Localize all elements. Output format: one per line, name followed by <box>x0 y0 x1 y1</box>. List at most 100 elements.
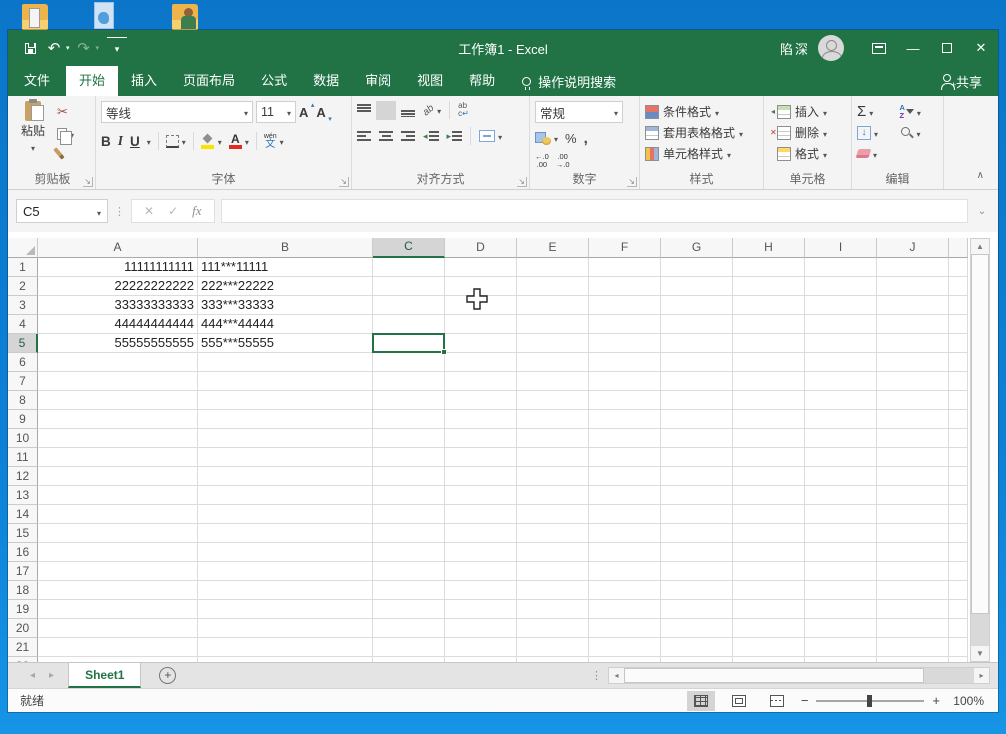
cell-H2[interactable] <box>733 277 805 296</box>
cell-F18[interactable] <box>589 581 661 600</box>
font-dialog-launcher-icon[interactable] <box>339 177 349 186</box>
cell-I3[interactable] <box>805 296 877 315</box>
copy-button[interactable] <box>57 125 74 143</box>
cell-I9[interactable] <box>805 410 877 429</box>
cell-C17[interactable] <box>373 562 445 581</box>
cell-J14[interactable] <box>877 505 949 524</box>
column-header-G[interactable]: G <box>661 238 733 258</box>
cell-H4[interactable] <box>733 315 805 334</box>
cell-H13[interactable] <box>733 486 805 505</box>
cell-A8[interactable] <box>38 391 198 410</box>
cell-G12[interactable] <box>661 467 733 486</box>
align-left-button[interactable] <box>357 130 371 143</box>
close-button[interactable]: ✕ <box>964 33 998 63</box>
scroll-right-icon[interactable] <box>974 668 989 683</box>
cell-G18[interactable] <box>661 581 733 600</box>
cell-D2[interactable] <box>445 277 517 296</box>
cell-C14[interactable] <box>373 505 445 524</box>
cell-D20[interactable] <box>445 619 517 638</box>
paste-dropdown-arrow-icon[interactable] <box>31 140 35 154</box>
font-name-dropdown-arrow-icon[interactable] <box>244 105 248 119</box>
cell-H20[interactable] <box>733 619 805 638</box>
cell-B20[interactable] <box>198 619 373 638</box>
sheet-tab-sheet1[interactable]: Sheet1 <box>68 663 141 688</box>
cell-H15[interactable] <box>733 524 805 543</box>
formula-input[interactable] <box>221 199 968 223</box>
cell-G13[interactable] <box>661 486 733 505</box>
cell-E2[interactable] <box>517 277 589 296</box>
row-header-12[interactable]: 12 <box>8 467 38 486</box>
cell-H18[interactable] <box>733 581 805 600</box>
cell-F4[interactable] <box>589 315 661 334</box>
cell-D19[interactable] <box>445 600 517 619</box>
horizontal-scrollbar-thumb[interactable] <box>624 668 924 683</box>
cell-partial-4[interactable] <box>949 315 968 334</box>
cell-G19[interactable] <box>661 600 733 619</box>
cell-F15[interactable] <box>589 524 661 543</box>
cell-H16[interactable] <box>733 543 805 562</box>
merge-dropdown-arrow-icon[interactable] <box>498 127 502 145</box>
row-header-10[interactable]: 10 <box>8 429 38 448</box>
row-header-5[interactable]: 5 <box>8 334 38 353</box>
cell-J8[interactable] <box>877 391 949 410</box>
cell-C13[interactable] <box>373 486 445 505</box>
cell-E3[interactable] <box>517 296 589 315</box>
cell-H7[interactable] <box>733 372 805 391</box>
cell-C3[interactable] <box>373 296 445 315</box>
cell-H9[interactable] <box>733 410 805 429</box>
sort-filter-dropdown-arrow-icon[interactable] <box>917 103 921 121</box>
cell-A16[interactable] <box>38 543 198 562</box>
cell-F1[interactable] <box>589 258 661 277</box>
cell-B13[interactable] <box>198 486 373 505</box>
cell-partial-2[interactable] <box>949 277 968 296</box>
accounting-format-button[interactable] <box>535 129 558 147</box>
row-header-4[interactable]: 4 <box>8 315 38 334</box>
cell-H6[interactable] <box>733 353 805 372</box>
cell-J18[interactable] <box>877 581 949 600</box>
cell-E12[interactable] <box>517 467 589 486</box>
cell-A21[interactable] <box>38 638 198 657</box>
cell-partial-8[interactable] <box>949 391 968 410</box>
font-color-dropdown-arrow-icon[interactable] <box>245 132 249 150</box>
number-format-combo[interactable]: 常规 <box>535 101 623 123</box>
cell-partial-14[interactable] <box>949 505 968 524</box>
cell-E18[interactable] <box>517 581 589 600</box>
cell-D17[interactable] <box>445 562 517 581</box>
cell-E16[interactable] <box>517 543 589 562</box>
formula-bar-grip-icon[interactable] <box>114 205 125 218</box>
cell-C10[interactable] <box>373 429 445 448</box>
cell-I21[interactable] <box>805 638 877 657</box>
cell-F5[interactable] <box>589 334 661 353</box>
row-header-11[interactable]: 11 <box>8 448 38 467</box>
phonetic-dropdown-arrow-icon[interactable] <box>280 132 284 150</box>
format-cells-button[interactable]: 格式 <box>769 143 846 164</box>
cell-C15[interactable] <box>373 524 445 543</box>
cell-B15[interactable] <box>198 524 373 543</box>
fill-color-dropdown-arrow-icon[interactable] <box>218 132 222 150</box>
cell-F2[interactable] <box>589 277 661 296</box>
cell-I16[interactable] <box>805 543 877 562</box>
cell-I12[interactable] <box>805 467 877 486</box>
cell-partial-16[interactable] <box>949 543 968 562</box>
name-box-dropdown-arrow-icon[interactable] <box>97 204 101 219</box>
cell-D1[interactable] <box>445 258 517 277</box>
undo-dropdown-arrow-icon[interactable]: ▾ <box>66 44 70 52</box>
cell-partial-13[interactable] <box>949 486 968 505</box>
cell-D14[interactable] <box>445 505 517 524</box>
cell-G11[interactable] <box>661 448 733 467</box>
maximize-button[interactable] <box>930 33 964 63</box>
cell-H12[interactable] <box>733 467 805 486</box>
cell-I1[interactable] <box>805 258 877 277</box>
scrollbar-grip-icon[interactable] <box>591 669 608 682</box>
column-header-E[interactable]: E <box>517 238 589 258</box>
cell-H11[interactable] <box>733 448 805 467</box>
cell-C1[interactable] <box>373 258 445 277</box>
redo-dropdown-arrow-icon[interactable]: ▾ <box>96 44 100 52</box>
cell-D21[interactable] <box>445 638 517 657</box>
cell-B16[interactable] <box>198 543 373 562</box>
page-break-view-button[interactable] <box>763 691 791 711</box>
cell-F11[interactable] <box>589 448 661 467</box>
cell-J12[interactable] <box>877 467 949 486</box>
zoom-level[interactable]: 100% <box>948 694 984 708</box>
cell-C5[interactable] <box>373 334 445 353</box>
